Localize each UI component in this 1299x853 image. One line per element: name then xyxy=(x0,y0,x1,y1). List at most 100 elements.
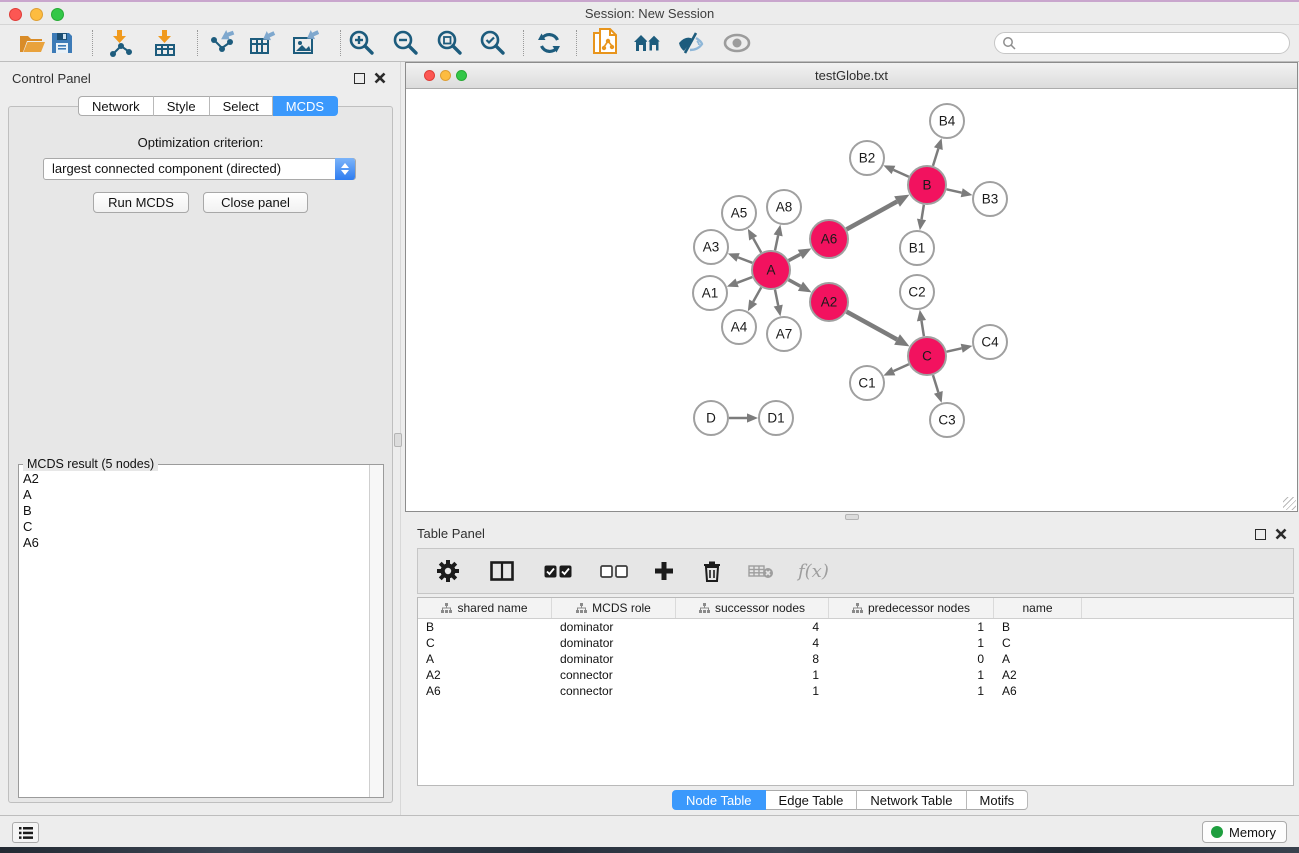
save-session-button[interactable] xyxy=(47,28,77,58)
result-scrollbar[interactable] xyxy=(369,465,383,797)
tab-style[interactable]: Style xyxy=(154,96,210,116)
column-header-predecessor-nodes[interactable]: predecessor nodes xyxy=(829,598,994,618)
table-settings-button[interactable] xyxy=(436,556,460,586)
graph-node-A3[interactable]: A3 xyxy=(694,230,728,264)
window-resize-grip[interactable] xyxy=(1283,497,1296,510)
float-panel-icon[interactable] xyxy=(354,73,365,84)
float-table-panel-icon[interactable] xyxy=(1255,529,1266,540)
graph-edge-B-B4[interactable] xyxy=(933,149,938,166)
search-input[interactable] xyxy=(994,32,1290,54)
graph-edge-A-A8[interactable] xyxy=(775,235,778,250)
zoom-out-button[interactable] xyxy=(391,28,421,58)
graph-node-C4[interactable]: C4 xyxy=(973,325,1007,359)
tab-edge-table[interactable]: Edge Table xyxy=(766,790,858,810)
panel-split-grip[interactable] xyxy=(394,433,402,447)
network-window-titlebar[interactable]: testGlobe.txt xyxy=(406,63,1297,89)
graph-node-C3[interactable]: C3 xyxy=(930,403,964,437)
show-all-button[interactable] xyxy=(722,28,752,58)
network-canvas[interactable]: B4B2BB3A5A8A6A3B1AA1C2A2A4A7C4CC1C3DD1 xyxy=(406,89,1297,511)
export-table-button[interactable] xyxy=(247,28,277,58)
column-layout-button[interactable] xyxy=(490,556,514,586)
show-panels-button[interactable] xyxy=(12,822,39,843)
run-mcds-button[interactable]: Run MCDS xyxy=(93,192,189,213)
tab-mcds[interactable]: MCDS xyxy=(273,96,338,116)
new-network-from-selection-button[interactable] xyxy=(590,28,620,58)
graph-node-A[interactable]: A xyxy=(752,251,790,289)
graph-node-D1[interactable]: D1 xyxy=(759,401,793,435)
graph-node-A5[interactable]: A5 xyxy=(722,196,756,230)
graph-node-A4[interactable]: A4 xyxy=(722,310,756,344)
graph-edge-A-A7[interactable] xyxy=(775,290,778,306)
function-builder-button[interactable]: f(x) xyxy=(798,556,829,586)
delete-table-button[interactable] xyxy=(748,556,774,586)
criterion-dropdown[interactable]: largest connected component (directed) xyxy=(43,158,356,180)
graph-node-B[interactable]: B xyxy=(908,166,946,204)
graph-edge-A2-C[interactable] xyxy=(847,312,898,340)
graph-node-A6[interactable]: A6 xyxy=(810,220,848,258)
graph-edge-C-C2[interactable] xyxy=(921,321,923,337)
graph-node-A1[interactable]: A1 xyxy=(693,276,727,310)
graph-edge-A6-B[interactable] xyxy=(847,202,898,230)
close-table-panel-icon[interactable] xyxy=(1275,528,1287,540)
column-header-name[interactable]: name xyxy=(994,598,1082,618)
graph-edge-C-C1[interactable] xyxy=(893,364,908,371)
select-all-columns-button[interactable] xyxy=(544,556,572,586)
import-network-button[interactable] xyxy=(105,28,135,58)
column-header-mcds-role[interactable]: MCDS role xyxy=(552,598,676,618)
graph-edge-C-C3[interactable] xyxy=(933,375,938,392)
import-table-button[interactable] xyxy=(150,28,180,58)
result-item[interactable]: A6 xyxy=(19,535,369,551)
result-item[interactable]: A xyxy=(19,487,369,503)
zoom-selected-button[interactable] xyxy=(478,28,508,58)
graph-edge-B-B3[interactable] xyxy=(947,189,962,192)
table-row[interactable]: Bdominator41B xyxy=(418,619,1293,635)
first-neighbors-button[interactable] xyxy=(633,28,663,58)
open-session-button[interactable] xyxy=(17,28,47,58)
result-item[interactable]: C xyxy=(19,519,369,535)
result-item[interactable]: A2 xyxy=(19,471,369,487)
table-row[interactable]: Adominator80A xyxy=(418,651,1293,667)
graph-node-C2[interactable]: C2 xyxy=(900,275,934,309)
graph-node-A7[interactable]: A7 xyxy=(767,317,801,351)
graph-edge-C-C4[interactable] xyxy=(947,348,962,351)
graph-node-B2[interactable]: B2 xyxy=(850,141,884,175)
zoom-fit-button[interactable] xyxy=(435,28,465,58)
table-row[interactable]: A6connector11A6 xyxy=(418,683,1293,699)
unselect-all-columns-button[interactable] xyxy=(600,556,628,586)
graph-node-C[interactable]: C xyxy=(908,337,946,375)
graph-edge-A-A6[interactable] xyxy=(789,254,801,260)
export-image-button[interactable] xyxy=(290,28,320,58)
column-header-shared-name[interactable]: shared name xyxy=(418,598,552,618)
graph-node-D[interactable]: D xyxy=(694,401,728,435)
hide-selection-button[interactable] xyxy=(676,28,706,58)
graph-edge-A-A1[interactable] xyxy=(737,277,752,283)
tab-select[interactable]: Select xyxy=(210,96,273,116)
delete-columns-button[interactable] xyxy=(702,556,722,586)
tab-network[interactable]: Network xyxy=(78,96,154,116)
refresh-layout-button[interactable] xyxy=(534,28,564,58)
table-row[interactable]: A2connector11A2 xyxy=(418,667,1293,683)
graph-node-A2[interactable]: A2 xyxy=(810,283,848,321)
graph-edge-A-A3[interactable] xyxy=(738,257,752,262)
column-header-successor-nodes[interactable]: successor nodes xyxy=(676,598,829,618)
graph-edge-A-A4[interactable] xyxy=(753,287,761,301)
zoom-in-button[interactable] xyxy=(347,28,377,58)
tab-network-table[interactable]: Network Table xyxy=(857,790,966,810)
tab-node-table[interactable]: Node Table xyxy=(672,790,766,810)
graph-edge-A-A5[interactable] xyxy=(753,238,761,252)
graph-edge-B-B2[interactable] xyxy=(893,170,908,177)
graph-node-B3[interactable]: B3 xyxy=(973,182,1007,216)
close-panel-icon[interactable] xyxy=(374,72,386,84)
result-item[interactable]: B xyxy=(19,503,369,519)
table-row[interactable]: Cdominator41C xyxy=(418,635,1293,651)
close-panel-button[interactable]: Close panel xyxy=(203,192,308,213)
graph-edge-A-A2[interactable] xyxy=(789,280,801,287)
export-network-button[interactable] xyxy=(207,28,237,58)
graph-node-B1[interactable]: B1 xyxy=(900,231,934,265)
graph-node-B4[interactable]: B4 xyxy=(930,104,964,138)
tab-motifs[interactable]: Motifs xyxy=(967,790,1029,810)
memory-button[interactable]: Memory xyxy=(1202,821,1287,843)
add-column-button[interactable] xyxy=(654,556,674,586)
graph-node-A8[interactable]: A8 xyxy=(767,190,801,224)
graph-edge-B-B1[interactable] xyxy=(922,205,924,220)
